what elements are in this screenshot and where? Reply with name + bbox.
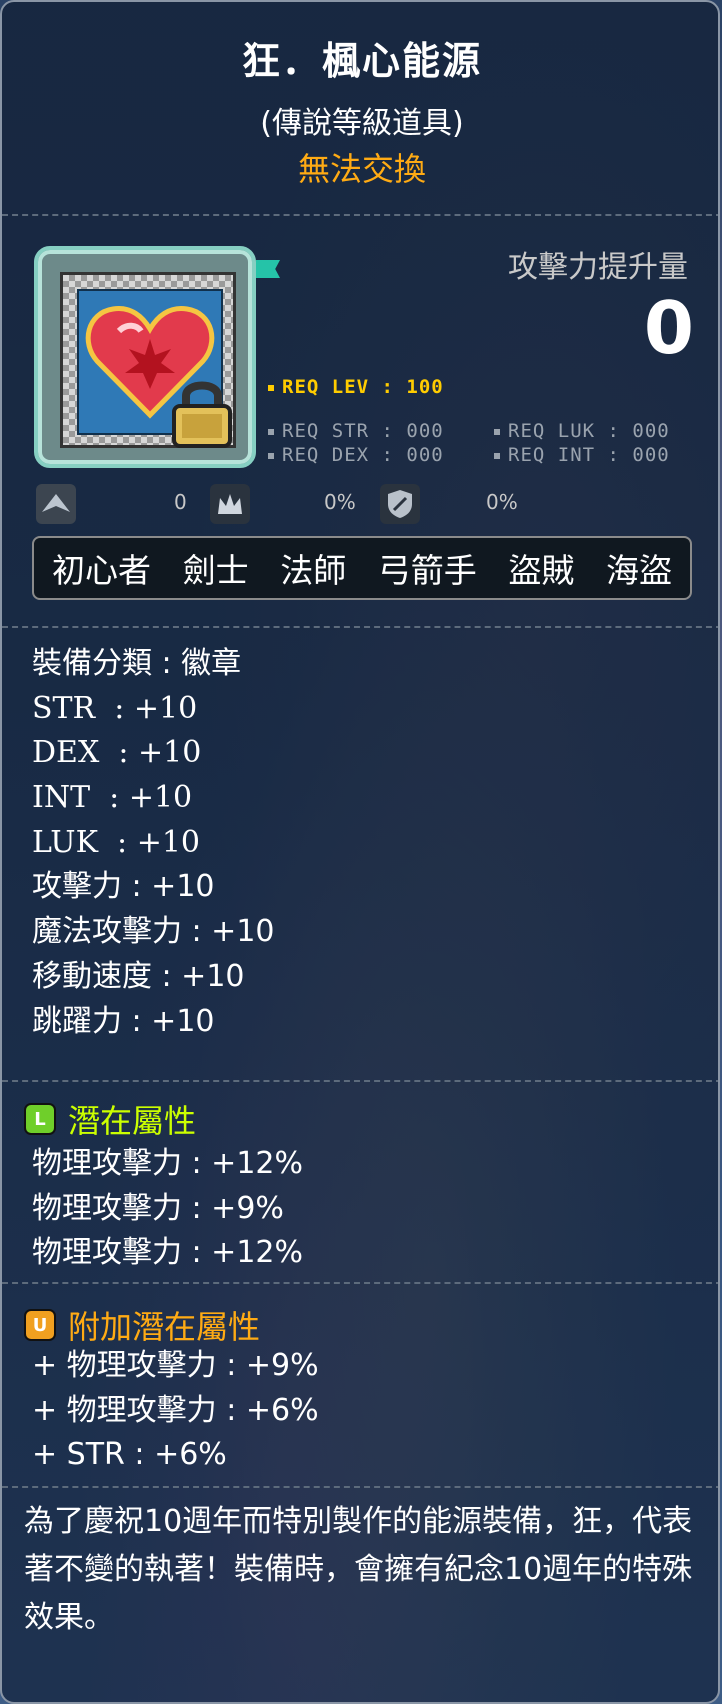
- divider: [2, 1486, 718, 1488]
- req-dex: REQ DEX : 000: [268, 444, 444, 466]
- stat-line: DEX : +10: [32, 735, 202, 771]
- item-tooltip: 狂．楓心能源 (傳說等級道具) 無法交換 攻擊力提升量 0 REQ LEV : …: [0, 0, 720, 1704]
- potential-line: 物理攻擊力 : +12%: [32, 1146, 303, 1181]
- job-list: 初心者 劍士 法師 弓箭手 盜賊 海盜: [32, 536, 692, 600]
- additional-potential-line: + 物理攻擊力 : +9%: [32, 1348, 319, 1383]
- additional-potential-line: + STR : +6%: [32, 1437, 227, 1472]
- potential-list: 物理攻擊力 : +12% 物理攻擊力 : +9% 物理攻擊力 : +12%: [32, 1142, 303, 1276]
- attack-increase-label: 攻擊力提升量: [508, 250, 688, 285]
- attack-increase-value: 0: [643, 286, 694, 370]
- stat-line: 魔法攻擊力 : +10: [32, 914, 275, 950]
- item-grade: (傳說等級道具): [260, 106, 464, 141]
- legendary-grade-icon: L: [24, 1103, 56, 1135]
- req-luk: REQ LUK : 000: [494, 420, 670, 442]
- potential-line: 物理攻擊力 : +9%: [32, 1190, 284, 1226]
- stat-line: LUK : +10: [32, 824, 201, 860]
- stat-line: INT : +10: [32, 780, 193, 816]
- additional-potential-header: U 附加潛在屬性: [24, 1302, 260, 1348]
- unique-grade-icon: U: [24, 1309, 56, 1341]
- req-str: REQ STR : 000: [268, 420, 444, 442]
- job-beginner: 初心者: [52, 551, 151, 590]
- job-warrior: 劍士: [182, 551, 249, 590]
- flag-icon: [256, 260, 280, 278]
- crown-icon: [210, 484, 250, 524]
- divider: [2, 1282, 718, 1284]
- trade-status: 無法交換: [297, 150, 426, 188]
- shield-icon: [380, 484, 420, 524]
- small-stat-1: 0: [174, 490, 187, 514]
- job-magician: 法師: [280, 551, 347, 590]
- lock-icon: [172, 381, 232, 448]
- item-name: 狂．楓心能源: [241, 39, 482, 83]
- potential-line: 物理攻擊力 : +12%: [32, 1235, 303, 1270]
- stat-line: 攻擊力 : +10: [32, 869, 215, 905]
- small-stat-3: 0%: [486, 490, 518, 514]
- job-thief: 盜賊: [508, 551, 575, 590]
- potential-title: 潛在屬性: [68, 1102, 197, 1140]
- job-bowman: 弓箭手: [377, 551, 477, 590]
- additional-potential-title: 附加潛在屬性: [68, 1308, 261, 1346]
- stat-line: STR : +10: [32, 690, 198, 726]
- stat-line: 跳躍力 : +10: [32, 1003, 215, 1039]
- req-level: REQ LEV : 100: [268, 376, 444, 398]
- divider: [2, 1080, 718, 1082]
- divider: [2, 214, 718, 216]
- divider: [2, 626, 718, 628]
- additional-potential-line: + 物理攻擊力 : +6%: [32, 1392, 319, 1428]
- stat-list: 裝備分類 : 徽章 STR : +10 DEX : +10 INT : +10 …: [32, 642, 275, 1044]
- stat-line: 移動速度 : +10: [32, 958, 245, 994]
- additional-potential-list: + 物理攻擊力 : +9% + 物理攻擊力 : +6% + STR : +6%: [32, 1344, 319, 1478]
- potential-header: L 潛在屬性: [24, 1096, 196, 1142]
- job-pirate: 海盜: [605, 551, 672, 590]
- small-stat-2: 0%: [324, 490, 356, 514]
- item-description: 為了慶祝10週年而特別製作的能源裝備，狂，代表著不變的執著！裝備時，會擁有紀念1…: [24, 1504, 693, 1635]
- wings-icon: [36, 484, 76, 524]
- stat-line: 裝備分類 : 徽章: [32, 646, 242, 681]
- req-int: REQ INT : 000: [494, 444, 670, 466]
